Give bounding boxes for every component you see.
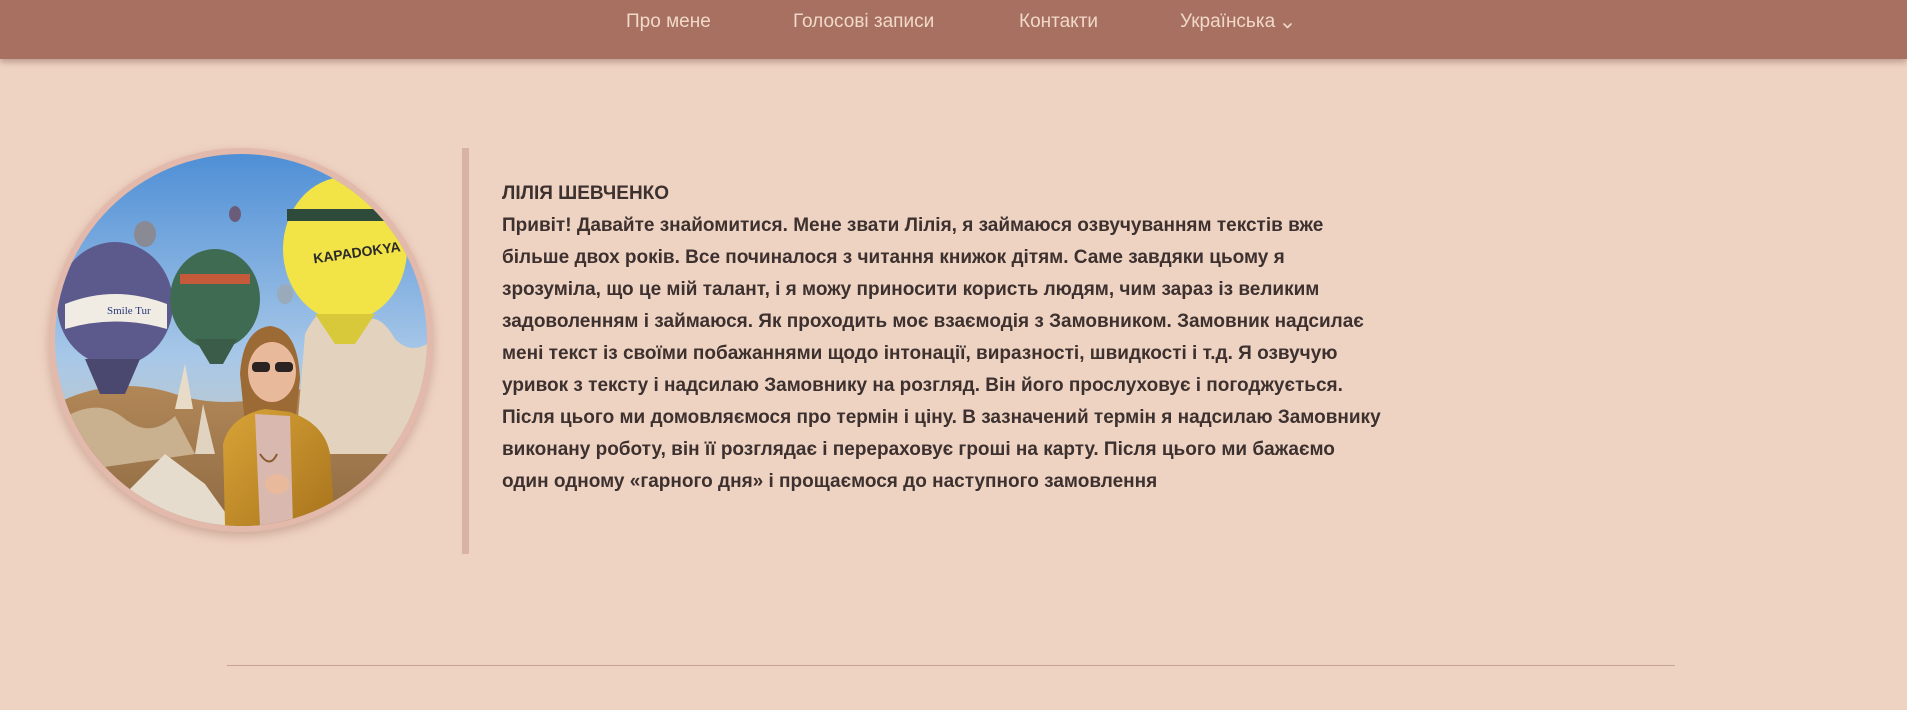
section-divider — [227, 665, 1675, 666]
chevron-down-icon — [1281, 16, 1294, 29]
language-label: Українська — [1180, 11, 1276, 32]
profile-photo: Smile Tur KAPADOKYA — [55, 154, 427, 526]
nav-link-voice-recordings[interactable]: Голосові записи — [793, 11, 934, 33]
nav-link-contacts[interactable]: Контакти — [1019, 11, 1098, 33]
quote-accent-bar — [462, 148, 469, 554]
language-selector[interactable]: Українська — [1180, 11, 1294, 33]
top-navbar: Про мене Голосові записи Контакти Україн… — [0, 0, 1907, 59]
profile-photo-frame: Smile Tur KAPADOKYA — [49, 148, 433, 532]
about-section: ЛІЛІЯ ШЕВЧЕНКО Привіт! Давайте знайомити… — [502, 178, 1382, 498]
nav-link-about[interactable]: Про мене — [626, 11, 711, 33]
profile-bio: Привіт! Давайте знайомитися. Мене звати … — [502, 215, 1381, 492]
balloon-text-smile-tur: Smile Tur — [107, 305, 151, 317]
profile-name: ЛІЛІЯ ШЕВЧЕНКО — [502, 183, 670, 204]
